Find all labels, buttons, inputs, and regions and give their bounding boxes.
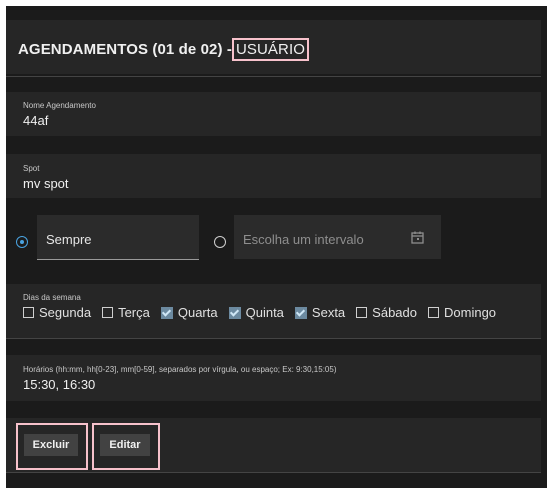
- day-checkbox[interactable]: [228, 306, 241, 319]
- day-label: Quinta: [245, 305, 284, 320]
- edit-button[interactable]: Editar: [100, 434, 150, 456]
- divider: [6, 472, 541, 473]
- divider: [6, 76, 541, 77]
- day-checkbox[interactable]: [102, 307, 114, 318]
- delete-button[interactable]: Excluir: [24, 434, 78, 456]
- day-label: Domingo: [444, 305, 497, 320]
- day-checkbox[interactable]: [356, 307, 368, 318]
- always-label: Sempre: [46, 232, 92, 247]
- day-checkbox[interactable]: [23, 307, 34, 318]
- day-label: Segunda: [39, 305, 92, 320]
- day-label: Terça: [118, 305, 150, 320]
- day-label: Sábado: [372, 305, 417, 320]
- day-checkbox[interactable]: [160, 306, 173, 319]
- day-segunda[interactable]: Segunda: [23, 305, 91, 320]
- day-label: Quarta: [177, 305, 218, 320]
- times-field-label: Horários (hh:mm, hh[0-23], mm[0-59], sep…: [23, 365, 337, 374]
- title-prefix: AGENDAMENTOS (01 de 02) -: [18, 41, 232, 58]
- day-quarta[interactable]: Quarta: [160, 305, 218, 320]
- day-checkbox[interactable]: [294, 306, 307, 319]
- page-title: AGENDAMENTOS (01 de 02) - USUÁRIO: [18, 38, 309, 61]
- day-sabado[interactable]: Sábado: [356, 305, 417, 320]
- weekday-list: Segunda Terça Quarta Quinta Sexta Sábado…: [23, 305, 507, 320]
- radio-interval[interactable]: [214, 236, 226, 248]
- day-domingo[interactable]: Domingo: [428, 305, 496, 320]
- calendar-icon[interactable]: [411, 231, 424, 244]
- spot-field-value[interactable]: mv spot: [23, 176, 69, 191]
- radio-always[interactable]: [16, 236, 28, 248]
- day-terca[interactable]: Terça: [102, 305, 150, 320]
- title-user-highlight: USUÁRIO: [231, 38, 309, 61]
- times-field-value[interactable]: 15:30, 16:30: [23, 377, 95, 392]
- interval-placeholder: Escolha um intervalo: [243, 232, 364, 247]
- name-field-value[interactable]: 44af: [23, 113, 48, 128]
- day-quinta[interactable]: Quinta: [228, 305, 284, 320]
- weekdays-label: Dias da semana: [23, 293, 81, 302]
- divider: [6, 338, 541, 339]
- name-field[interactable]: [6, 92, 541, 136]
- spot-field-label: Spot: [23, 164, 40, 173]
- day-checkbox[interactable]: [428, 307, 439, 318]
- day-label: Sexta: [311, 305, 346, 320]
- name-field-label: Nome Agendamento: [23, 101, 96, 110]
- spot-field[interactable]: [6, 154, 541, 198]
- day-sexta[interactable]: Sexta: [294, 305, 346, 320]
